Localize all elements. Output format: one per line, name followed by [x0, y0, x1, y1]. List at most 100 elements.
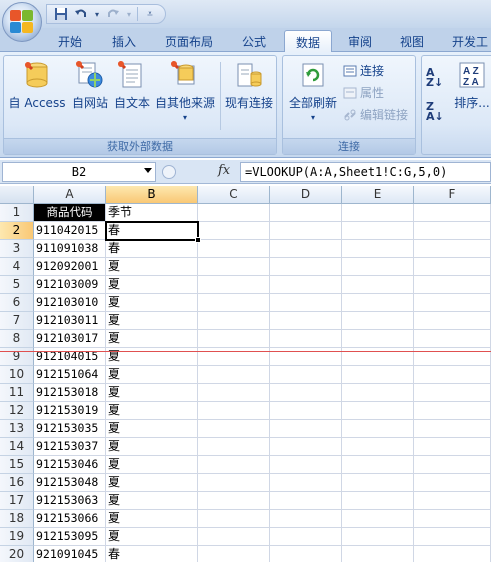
cell-season[interactable]: 夏 — [106, 330, 198, 348]
empty-cell[interactable] — [270, 438, 342, 456]
empty-cell[interactable] — [342, 474, 414, 492]
header-cell-product-code[interactable]: 商品代码 — [34, 204, 106, 222]
cell-product-code[interactable]: 912103010 — [34, 294, 106, 312]
empty-cell[interactable] — [342, 546, 414, 562]
row-header[interactable]: 16 — [0, 474, 34, 492]
empty-cell[interactable] — [270, 474, 342, 492]
customize-qat-icon[interactable]: ⩡ — [142, 6, 158, 22]
empty-cell[interactable] — [342, 204, 414, 222]
save-icon[interactable] — [53, 6, 69, 22]
cell-season[interactable]: 夏 — [106, 528, 198, 546]
column-header-b[interactable]: B — [106, 186, 198, 204]
cell-season[interactable]: 夏 — [106, 420, 198, 438]
empty-cell[interactable] — [342, 420, 414, 438]
cell-product-code[interactable]: 912153037 — [34, 438, 106, 456]
cell-product-code[interactable]: 912103009 — [34, 276, 106, 294]
formula-input[interactable]: =VLOOKUP(A:A,Sheet1!C:G,5,0) — [240, 162, 491, 182]
empty-cell[interactable] — [198, 492, 270, 510]
empty-cell[interactable] — [414, 402, 491, 420]
cell-product-code[interactable]: 912103017 — [34, 330, 106, 348]
empty-cell[interactable] — [414, 438, 491, 456]
row-header[interactable]: 2 — [0, 222, 34, 240]
empty-cell[interactable] — [270, 546, 342, 562]
cell-season[interactable]: 春 — [106, 222, 198, 240]
empty-cell[interactable] — [198, 366, 270, 384]
row-header[interactable]: 15 — [0, 456, 34, 474]
from-access-button[interactable]: 自 Access — [8, 60, 66, 111]
row-header[interactable]: 10 — [0, 366, 34, 384]
formula-bar-grip-icon[interactable] — [162, 165, 176, 179]
name-box-dropdown-icon[interactable] — [144, 168, 152, 173]
empty-cell[interactable] — [270, 294, 342, 312]
empty-cell[interactable] — [342, 510, 414, 528]
edit-links-button[interactable]: 编辑链接 — [343, 106, 408, 123]
undo-dropdown-icon[interactable]: ▾ — [93, 6, 101, 22]
cell-season[interactable]: 夏 — [106, 276, 198, 294]
cell-season[interactable]: 夏 — [106, 510, 198, 528]
row-header[interactable]: 6 — [0, 294, 34, 312]
connections-button[interactable]: 连接 — [343, 62, 384, 79]
cell-season[interactable]: 夏 — [106, 402, 198, 420]
empty-cell[interactable] — [414, 420, 491, 438]
row-header[interactable]: 17 — [0, 492, 34, 510]
cell-season[interactable]: 夏 — [106, 474, 198, 492]
row-header[interactable]: 12 — [0, 402, 34, 420]
row-header[interactable]: 19 — [0, 528, 34, 546]
empty-cell[interactable] — [414, 276, 491, 294]
cell-season[interactable]: 春 — [106, 240, 198, 258]
empty-cell[interactable] — [270, 402, 342, 420]
empty-cell[interactable] — [270, 330, 342, 348]
cell-season[interactable]: 夏 — [106, 294, 198, 312]
cell-season[interactable]: 夏 — [106, 438, 198, 456]
cell-product-code[interactable]: 912153035 — [34, 420, 106, 438]
empty-cell[interactable] — [414, 240, 491, 258]
insert-function-icon[interactable]: fx — [218, 163, 230, 178]
empty-cell[interactable] — [270, 456, 342, 474]
row-header[interactable]: 20 — [0, 546, 34, 562]
row-header[interactable]: 3 — [0, 240, 34, 258]
row-header[interactable]: 8 — [0, 330, 34, 348]
empty-cell[interactable] — [270, 510, 342, 528]
empty-cell[interactable] — [342, 402, 414, 420]
cell-product-code[interactable]: 912153063 — [34, 492, 106, 510]
empty-cell[interactable] — [198, 240, 270, 258]
row-header[interactable]: 18 — [0, 510, 34, 528]
empty-cell[interactable] — [342, 240, 414, 258]
office-button[interactable] — [2, 2, 42, 42]
empty-cell[interactable] — [270, 240, 342, 258]
empty-cell[interactable] — [342, 528, 414, 546]
cell-season[interactable]: 夏 — [106, 492, 198, 510]
header-cell-season[interactable]: 季节 — [106, 204, 198, 222]
column-header-d[interactable]: D — [270, 186, 342, 204]
undo-icon[interactable] — [73, 6, 89, 22]
empty-cell[interactable] — [342, 492, 414, 510]
empty-cell[interactable] — [198, 402, 270, 420]
empty-cell[interactable] — [270, 258, 342, 276]
row-header[interactable]: 7 — [0, 312, 34, 330]
empty-cell[interactable] — [342, 222, 414, 240]
tab-page-layout[interactable]: 页面布局 — [156, 30, 222, 52]
empty-cell[interactable] — [414, 456, 491, 474]
empty-cell[interactable] — [270, 384, 342, 402]
column-header-e[interactable]: E — [342, 186, 414, 204]
empty-cell[interactable] — [198, 276, 270, 294]
empty-cell[interactable] — [270, 204, 342, 222]
fill-handle[interactable] — [195, 237, 201, 243]
empty-cell[interactable] — [414, 204, 491, 222]
empty-cell[interactable] — [342, 330, 414, 348]
from-web-button[interactable]: 自网站 — [68, 60, 112, 111]
column-header-f[interactable]: F — [414, 186, 491, 204]
row-header[interactable]: 11 — [0, 384, 34, 402]
empty-cell[interactable] — [414, 492, 491, 510]
row-header[interactable]: 13 — [0, 420, 34, 438]
row-header[interactable]: 14 — [0, 438, 34, 456]
empty-cell[interactable] — [342, 258, 414, 276]
empty-cell[interactable] — [198, 528, 270, 546]
cell-product-code[interactable]: 912153018 — [34, 384, 106, 402]
cell-season[interactable]: 夏 — [106, 456, 198, 474]
properties-button[interactable]: 属性 — [343, 84, 384, 101]
cell-product-code[interactable]: 912092001 — [34, 258, 106, 276]
tab-data[interactable]: 数据 — [284, 30, 332, 53]
empty-cell[interactable] — [414, 294, 491, 312]
empty-cell[interactable] — [198, 384, 270, 402]
